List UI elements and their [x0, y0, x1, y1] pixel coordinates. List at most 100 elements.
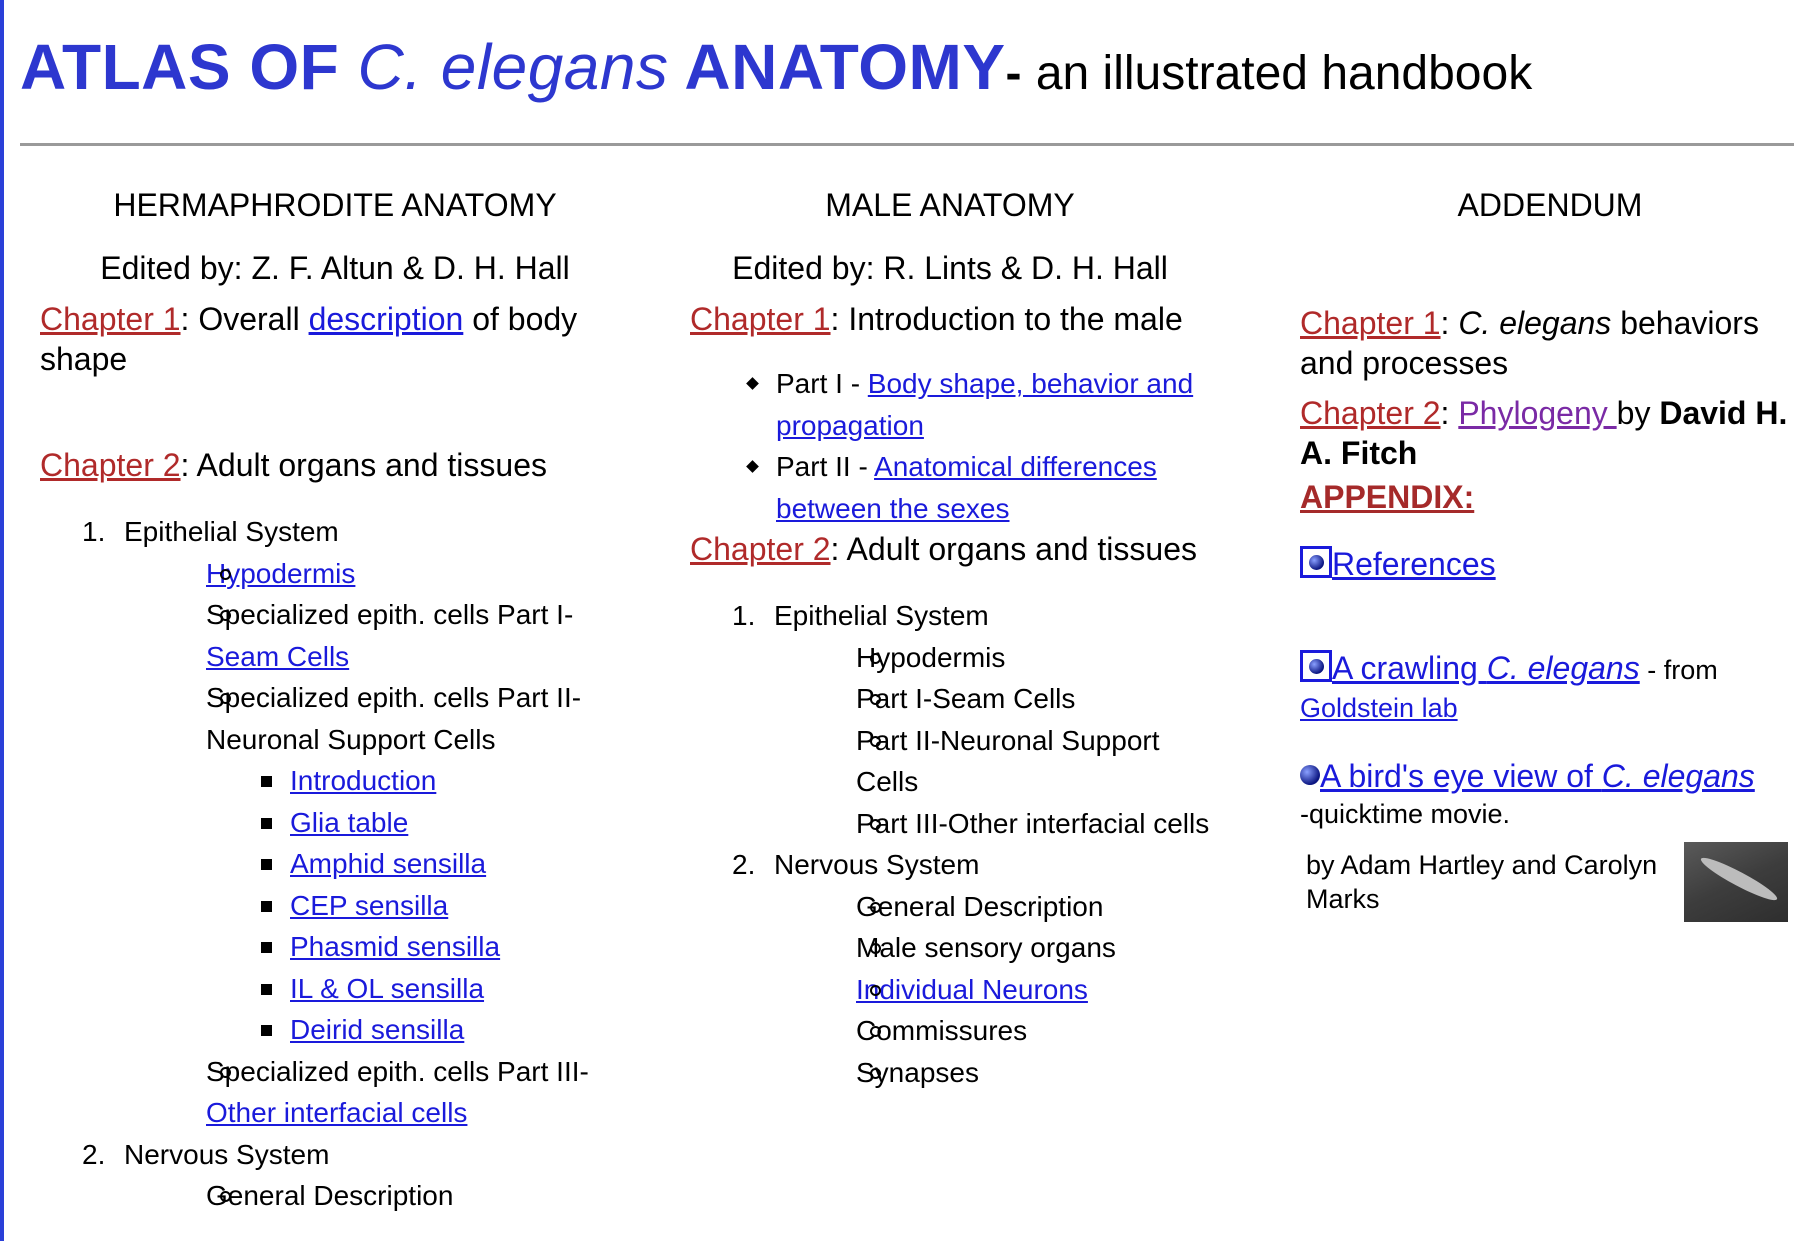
quicktime-note: -quicktime movie. [1300, 799, 1511, 829]
addendum-ch2-by: by [1616, 395, 1660, 431]
worm-thumbnail-image[interactable] [1684, 842, 1788, 922]
phylogeny-link[interactable]: Phylogeny [1458, 395, 1616, 431]
male-ch2-rest: : Adult organs and tissues [830, 531, 1197, 567]
list-item: Synapses [774, 1052, 1210, 1094]
male-hypodermis-text: Hypodermis [856, 641, 1006, 673]
male-individual-neurons-link[interactable]: Individual Neurons [856, 974, 1088, 1005]
addendum-heading: ADDENDUM [1457, 187, 1643, 223]
crawling-movie-link[interactable]: A crawling C. elegans [1332, 650, 1640, 686]
male-chapter-2-link[interactable]: Chapter 2 [690, 531, 831, 567]
male-epithelial-sublist: Hypodermis Part I-Seam Cells Part II-Neu… [774, 637, 1210, 845]
herm-nervous-label: Nervous System [124, 1138, 330, 1170]
title-dash: - [1005, 47, 1036, 100]
hermaphrodite-column: HERMAPHRODITE ANATOMY Edited by: Z. F. A… [40, 185, 630, 1217]
header-divider [20, 143, 1794, 146]
appendix-label: APPENDIX: [1300, 479, 1475, 515]
title-text-end: ANATOMY [668, 31, 1006, 103]
title-text: ATLAS OF [20, 31, 358, 103]
list-item: Part II - Anatomical differences between… [690, 446, 1210, 529]
herm-ch2-rest: : Adult organs and tissues [180, 447, 547, 483]
herm-chapter-2-link[interactable]: Chapter 2 [40, 447, 181, 483]
herm-description-link[interactable]: description [309, 301, 464, 337]
crawling-from-text: - from [1639, 655, 1718, 685]
list-item: Hypodermis [774, 637, 1210, 679]
page-subtitle: an illustrated handbook [1035, 47, 1533, 100]
blue-dot-link-icon[interactable] [1300, 546, 1332, 578]
list-item: Glia table [40, 802, 630, 844]
list-number: 1. [82, 516, 106, 547]
window-left-border [0, 0, 4, 1241]
blue-dot-link-icon[interactable] [1300, 650, 1332, 682]
list-item: IL & OL sensilla [40, 968, 630, 1010]
male-chapter-1: Chapter 1: Introduction to the male [690, 299, 1210, 339]
addendum-column: ADDENDUM Chapter 1: C. elegans behaviors… [1300, 185, 1800, 932]
birds-eye-movie-link[interactable]: A bird's eye view of C. elegans [1320, 758, 1755, 794]
list-item: Introduction [40, 760, 630, 802]
list-item: Individual Neurons [774, 969, 1210, 1011]
list-item: CEP sensilla [40, 885, 630, 927]
list-item: Specialized epith. cells Part I- Seam Cel… [124, 594, 630, 677]
title-species: C. elegans [357, 31, 669, 103]
references-row: References [1300, 544, 1800, 584]
movie-credit-block: by Adam Hartley and Carolyn Marks [1300, 842, 1800, 932]
male-chapter-2: Chapter 2: Adult organs and tissues [690, 529, 1210, 569]
herm-il-ol-sensilla-link[interactable]: IL & OL sensilla [290, 973, 484, 1004]
list-item: Amphid sensilla [40, 843, 630, 885]
herm-deirid-sensilla-link[interactable]: Deirid sensilla [290, 1014, 464, 1045]
list-item: Phasmid sensilla [40, 926, 630, 968]
list-item: Specialized epith. cells Part III- Other … [124, 1051, 630, 1134]
herm-cep-sensilla-link[interactable]: CEP sensilla [290, 890, 448, 921]
male-epithelial-label: Epithelial System [774, 600, 989, 631]
list-item: Part II-Neuronal Support Cells [774, 720, 1210, 803]
page-title: ATLAS OF C. elegans ANATOMY- an illustra… [20, 30, 1532, 104]
male-nervous-label: Nervous System [774, 849, 980, 880]
herm-hypodermis-link[interactable]: Hypodermis [206, 558, 355, 589]
addendum-chapter-2-link[interactable]: Chapter 2 [1300, 395, 1441, 431]
herm-amphid-sensilla-link[interactable]: Amphid sensilla [290, 848, 486, 879]
herm-support-cell-list: Introduction Glia table Amphid sensilla … [40, 760, 630, 1051]
male-column: MALE ANATOMY Edited by: R. Lints & D. H.… [690, 185, 1210, 1093]
addendum-chapter-1-link[interactable]: Chapter 1 [1300, 305, 1441, 341]
appendix-heading: APPENDIX: [1300, 477, 1800, 517]
references-link[interactable]: References [1332, 546, 1496, 582]
herm-glia-table-link[interactable]: Glia table [290, 807, 408, 838]
list-item: Deirid sensilla [40, 1009, 630, 1051]
herm-ch1-sep: : Overall [180, 301, 309, 337]
male-general-description: General Description [856, 890, 1104, 922]
male-ch1-rest: : Introduction to the male [830, 301, 1183, 337]
herm-chapter-1: Chapter 1: Overall description of body s… [40, 299, 630, 379]
herm-spec1-label: Specialized epith. cells Part I- [206, 599, 574, 630]
list-item: Specialized epith. cells Part II-Neurona… [124, 677, 630, 1051]
list-item: Hypodermis [124, 553, 630, 595]
hermaphrodite-heading: HERMAPHRODITE ANATOMY [113, 187, 557, 223]
list-item: Male sensory organs [774, 927, 1210, 969]
male-editors: Edited by: R. Lints & D. H. Hall [732, 250, 1168, 286]
herm-phasmid-sensilla-link[interactable]: Phasmid sensilla [290, 931, 500, 962]
herm-chapter-1-link[interactable]: Chapter 1 [40, 301, 181, 337]
herm-interfacial-cells-link[interactable]: Other interfacial cells [206, 1097, 467, 1128]
herm-organ-list: 1. Epithelial System Hypodermis Speciali… [40, 511, 630, 1217]
male-part1-label: Part I - [776, 368, 868, 399]
list-number: 2. [732, 849, 756, 880]
hermaphrodite-editors: Edited by: Z. F. Altun & D. H. Hall [100, 250, 570, 286]
crawling-row: A crawling C. elegans - from Goldstein la… [1300, 650, 1800, 726]
list-item: Part III-Other interfacial cells [774, 803, 1210, 845]
male-nervous-item: 2. Nervous System General Description Ma… [690, 844, 1210, 1093]
list-item: General Description [774, 886, 1210, 928]
list-item: Part I - Body shape, behavior and propag… [690, 363, 1210, 446]
herm-epithelial-label: Epithelial System [124, 516, 339, 547]
goldstein-lab-link[interactable]: Goldstein lab [1300, 693, 1458, 723]
herm-introduction-link[interactable]: Introduction [290, 765, 436, 796]
male-parts-list: Part I - Body shape, behavior and propag… [690, 363, 1210, 529]
herm-seam-cells-link[interactable]: Seam Cells [206, 641, 349, 672]
male-synapses: Synapses [856, 1056, 979, 1088]
list-item: Part I-Seam Cells [774, 678, 1210, 720]
male-chapter-1-link[interactable]: Chapter 1 [690, 301, 831, 337]
addendum-chapter-2: Chapter 2: Phylogeny by David H. A. Fitc… [1300, 393, 1800, 473]
crawling-species: C. elegans [1486, 650, 1640, 686]
male-support-cells-text: Part II-Neuronal Support Cells [856, 724, 1160, 798]
herm-spec2-label: Specialized epith. cells Part II-Neurona… [206, 682, 582, 755]
herm-general-description: General Description [206, 1180, 454, 1211]
male-heading: MALE ANATOMY [825, 187, 1075, 223]
list-item: Commissures [774, 1010, 1210, 1052]
